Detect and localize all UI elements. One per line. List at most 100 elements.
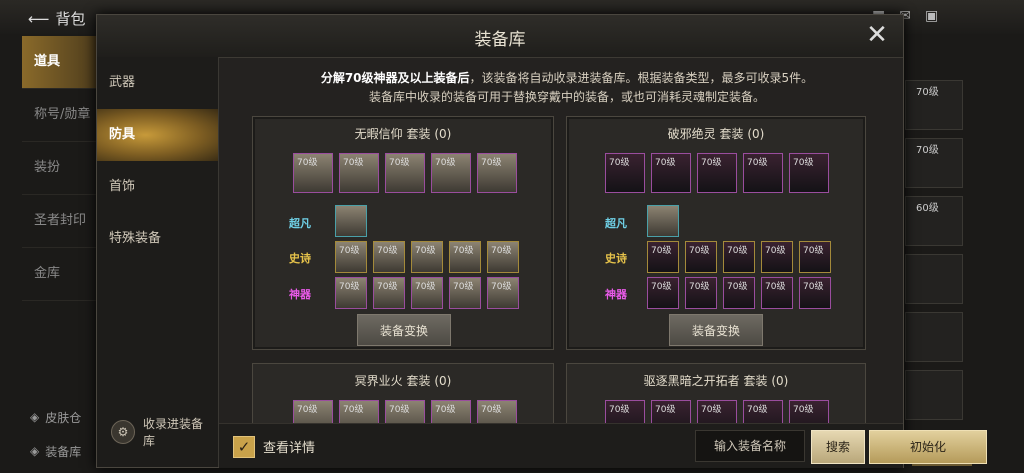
notice-line2: 装备库中收录的装备可用于替换穿戴中的装备，或也可消耗灵魂制定装备。 <box>368 90 765 104</box>
equipment-slot[interactable]: 70级 <box>647 241 679 273</box>
equipment-slot[interactable]: 70级 <box>685 277 717 309</box>
equipment-slot[interactable]: 70级 <box>799 241 831 273</box>
chat-icon[interactable]: ▣ <box>925 8 938 24</box>
inventory-slot[interactable]: 70级 <box>905 138 963 188</box>
slot-level: 70级 <box>701 158 722 168</box>
equipment-storage-item[interactable]: ◈ 装备库 <box>30 434 81 468</box>
equipment-slot[interactable]: 70级 <box>761 277 793 309</box>
equipment-slot[interactable]: 70级 <box>605 153 645 193</box>
slot-level: 70级 <box>339 282 360 292</box>
inventory-slot[interactable] <box>905 254 963 304</box>
equipment-slot[interactable]: 70级 <box>651 400 691 424</box>
slot-level: 70级 <box>491 246 512 256</box>
tab-armor[interactable]: 防具 <box>97 109 218 161</box>
equipment-slot[interactable]: 70级 <box>449 241 481 273</box>
inventory-slot[interactable]: 70级 <box>905 80 963 130</box>
equipment-slot[interactable]: 70级 <box>487 277 519 309</box>
equipment-slot[interactable]: 70级 <box>799 277 831 309</box>
set-panel-2: 破邪绝灵 套装 (0) 70级 70级 70级 70级 70级 超凡 史诗 70… <box>566 116 866 350</box>
equipment-slot[interactable]: 70级 <box>411 241 443 273</box>
slot-level: 70级 <box>343 158 364 168</box>
myth-slots: 70级 70级 70级 70级 70级 <box>647 277 831 309</box>
close-icon[interactable]: ✕ <box>863 21 891 49</box>
equipment-slot[interactable]: 70级 <box>335 277 367 309</box>
equipment-slot[interactable]: 70级 <box>411 277 443 309</box>
slot-level: 70级 <box>727 246 748 256</box>
equipment-slot[interactable]: 70级 <box>293 400 333 424</box>
inventory-slot[interactable] <box>905 312 963 362</box>
slot-level: 70级 <box>389 405 410 415</box>
search-input[interactable]: 输入装备名称 <box>695 430 805 462</box>
equipment-slot[interactable]: 70级 <box>651 153 691 193</box>
sidebar-item-costume[interactable]: 装扮 <box>22 142 102 195</box>
modal-header: 装备库 ✕ <box>97 15 903 58</box>
inventory-slot[interactable]: 60级 <box>905 196 963 246</box>
equipment-slot[interactable]: 70级 <box>385 153 425 193</box>
equipment-slot[interactable]: 70级 <box>723 241 755 273</box>
equipment-slot[interactable]: 70级 <box>477 400 517 424</box>
inventory-bottom-menu: ◈ 皮肤仓 ◈ 装备库 <box>30 400 81 468</box>
equipment-slot[interactable]: 70级 <box>647 277 679 309</box>
equipment-slot[interactable]: 70级 <box>373 241 405 273</box>
equipment-slot[interactable] <box>647 205 679 237</box>
equipment-slot[interactable]: 70级 <box>431 153 471 193</box>
inventory-right-slots: 70级 70级 60级 <box>905 80 963 428</box>
grade-myth: 神器 <box>289 288 311 301</box>
equipment-slot[interactable]: 70级 <box>697 400 737 424</box>
equipment-slot[interactable]: 70级 <box>789 400 829 424</box>
equipment-swap-button[interactable]: 装备变换 <box>357 314 451 346</box>
grade-epic: 史诗 <box>605 252 627 265</box>
equipment-slot[interactable]: 70级 <box>335 241 367 273</box>
equipment-slot[interactable]: 70级 <box>789 153 829 193</box>
equipment-slot[interactable]: 70级 <box>373 277 405 309</box>
equipment-slot[interactable] <box>335 205 367 237</box>
equipment-slot[interactable]: 70级 <box>293 153 333 193</box>
skin-storage-item[interactable]: ◈ 皮肤仓 <box>30 400 81 434</box>
set-count: (0) <box>747 127 765 141</box>
sidebar-item-titles[interactable]: 称号/勋章 <box>22 89 102 142</box>
set-top-slots: 70级 70级 70级 70级 70级 <box>605 400 829 424</box>
equipment-slot[interactable]: 70级 <box>685 241 717 273</box>
equipment-slot[interactable]: 70级 <box>385 400 425 424</box>
show-details-checkbox[interactable]: ✓ <box>233 436 255 458</box>
set-title: 破邪绝灵 套装 (0) <box>567 125 865 142</box>
slot-level: 70级 <box>651 246 672 256</box>
reset-button[interactable]: 初始化 <box>869 430 987 464</box>
sidebar-item-vault[interactable]: 金库 <box>22 248 102 301</box>
equipment-slot[interactable]: 70级 <box>339 400 379 424</box>
equipment-slot[interactable]: 70级 <box>697 153 737 193</box>
equipment-slot[interactable]: 70级 <box>605 400 645 424</box>
search-button[interactable]: 搜索 <box>811 430 865 464</box>
transcendent-slots <box>647 205 679 237</box>
equipment-slot[interactable]: 70级 <box>761 241 793 273</box>
set-count: (0) <box>434 374 452 388</box>
slot-level: 70级 <box>435 405 456 415</box>
tab-accessory[interactable]: 首饰 <box>97 161 218 213</box>
equipment-slot[interactable]: 70级 <box>723 277 755 309</box>
set-panel-3: 冥界业火 套装 (0) 70级 70级 70级 70级 70级 <box>252 363 554 425</box>
tab-weapon[interactable]: 武器 <box>97 57 218 109</box>
sidebar-item-items[interactable]: 道具 <box>22 36 102 89</box>
equipment-swap-button[interactable]: 装备变换 <box>669 314 763 346</box>
sidebar-item-seal[interactable]: 圣者封印 <box>22 195 102 248</box>
grade-transcendent: 超凡 <box>289 217 311 230</box>
transcendent-slots <box>335 205 367 237</box>
equipment-slot[interactable]: 70级 <box>431 400 471 424</box>
slot-level: 70级 <box>339 246 360 256</box>
inventory-slot[interactable] <box>905 370 963 420</box>
set-top-slots: 70级 70级 70级 70级 70级 <box>293 400 517 424</box>
skin-storage-label: 皮肤仓 <box>45 410 82 425</box>
back-button[interactable]: ⟵ 背包 <box>28 8 86 29</box>
tab-special[interactable]: 特殊装备 <box>97 213 218 265</box>
set-title: 无暇信仰 套装 (0) <box>253 125 553 142</box>
equipment-slot[interactable]: 70级 <box>339 153 379 193</box>
set-suffix: 套装 <box>743 374 768 388</box>
show-details-label[interactable]: 查看详情 <box>263 437 315 456</box>
equipment-slot[interactable]: 70级 <box>743 400 783 424</box>
slot-level: 70级 <box>415 282 436 292</box>
equipment-slot[interactable]: 70级 <box>477 153 517 193</box>
equipment-slot[interactable]: 70级 <box>743 153 783 193</box>
collect-to-storage[interactable]: ⚙ 收录进装备库 <box>111 415 211 449</box>
equipment-slot[interactable]: 70级 <box>449 277 481 309</box>
equipment-slot[interactable]: 70级 <box>487 241 519 273</box>
